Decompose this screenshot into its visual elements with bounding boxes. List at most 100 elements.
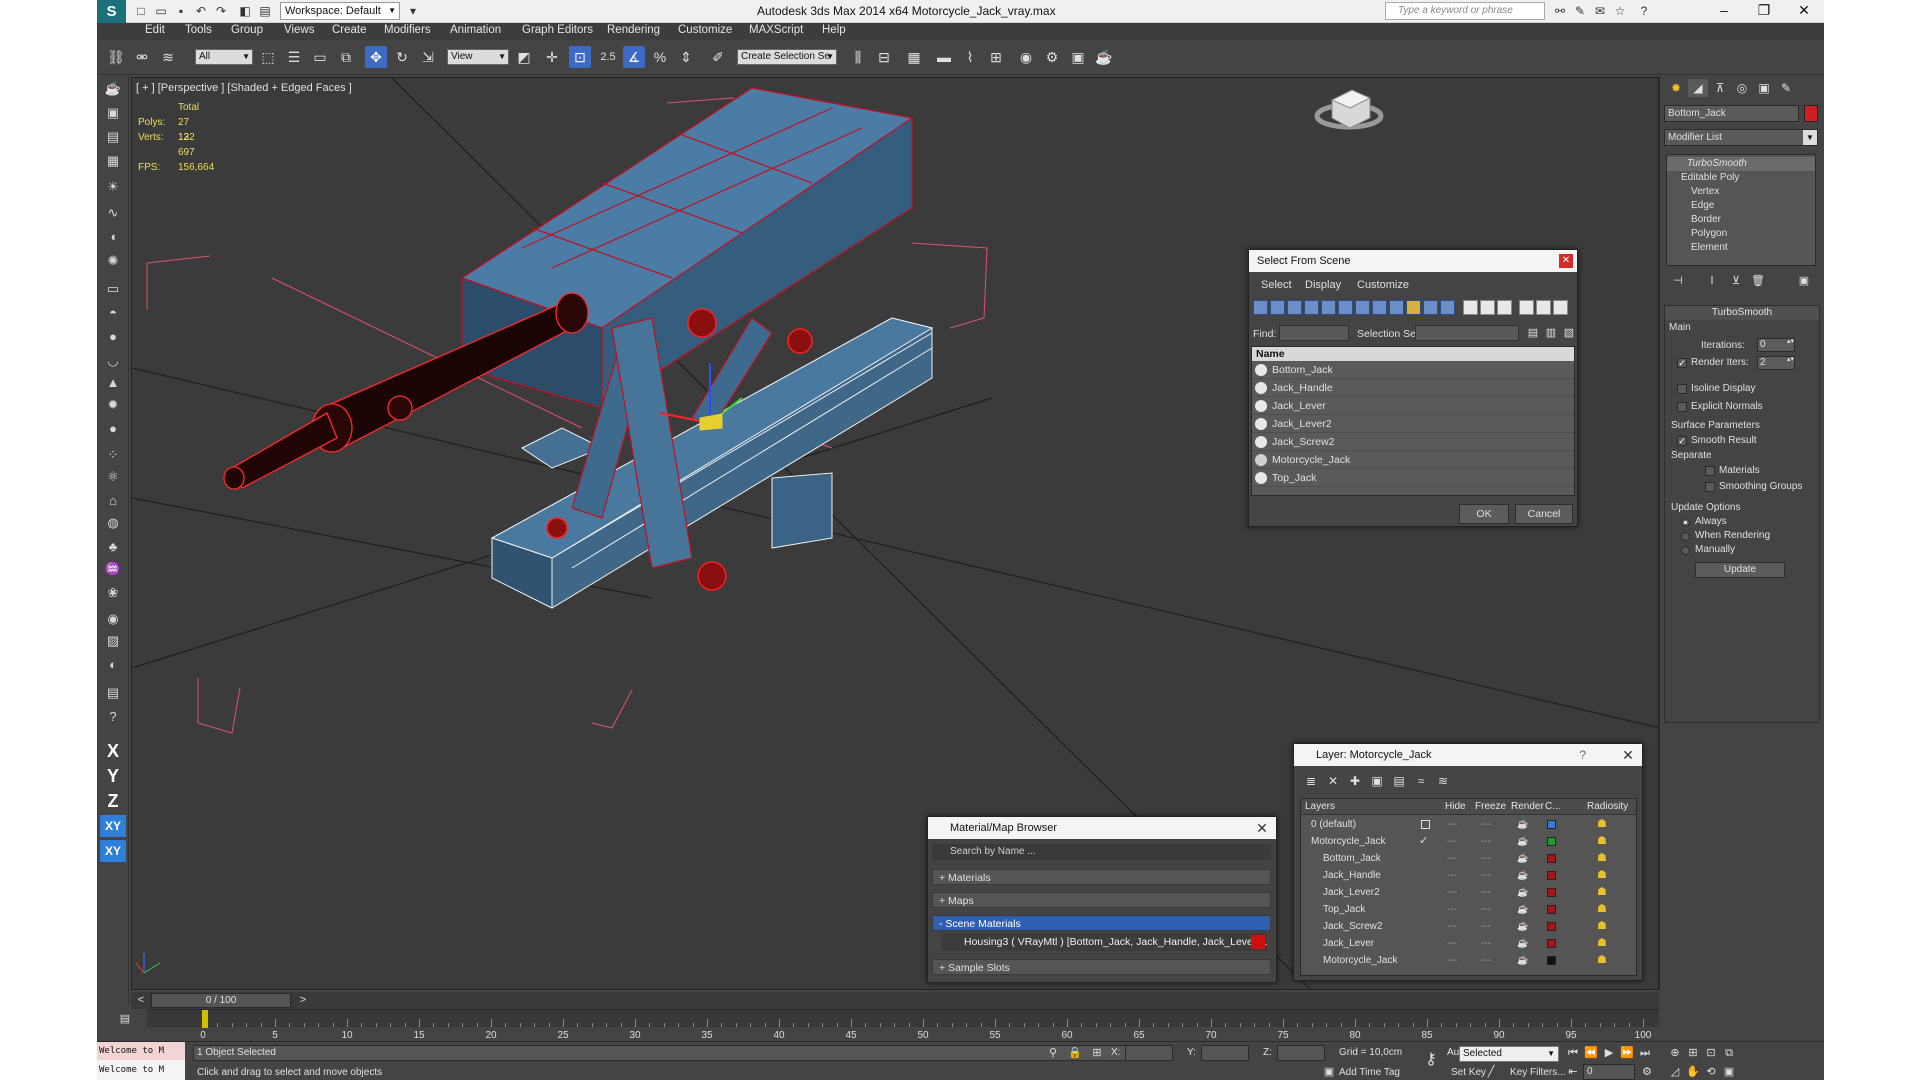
- radiosity-icon[interactable]: ☗: [1597, 903, 1610, 915]
- stack-item-element[interactable]: Element: [1667, 241, 1815, 255]
- project-folder-icon[interactable]: ▤: [257, 3, 273, 19]
- layer-name[interactable]: Jack_Handle: [1323, 867, 1381, 884]
- select-and-rotate-icon[interactable]: ↻: [391, 46, 413, 68]
- col-color[interactable]: C...: [1545, 799, 1561, 815]
- stack-item-polygon[interactable]: Polygon: [1667, 227, 1815, 241]
- layer-color-swatch[interactable]: [1547, 888, 1556, 897]
- maximize-button[interactable]: ❐: [1744, 0, 1784, 23]
- freeze-all-icon[interactable]: ≋: [1434, 772, 1452, 790]
- render-teapot-icon[interactable]: ☕: [1517, 952, 1528, 969]
- set-key-button[interactable]: Set Key: [1451, 1067, 1486, 1078]
- app-logo-icon[interactable]: S: [97, 0, 126, 23]
- render-teapot-icon[interactable]: ☕: [1517, 884, 1528, 901]
- display-groups-icon[interactable]: [1355, 300, 1370, 315]
- render-setup-icon[interactable]: ⚙: [1041, 46, 1063, 68]
- menu-tools[interactable]: Tools: [185, 24, 212, 36]
- freeze-toggle[interactable]: ---: [1481, 850, 1491, 867]
- schematic-view-icon[interactable]: ⊞: [985, 46, 1007, 68]
- sphere-icon[interactable]: ●: [102, 327, 124, 347]
- hide-toggle[interactable]: ---: [1447, 816, 1457, 833]
- goto-start-icon[interactable]: ⏮: [1565, 1045, 1581, 1061]
- update-always-radio[interactable]: [1681, 518, 1690, 527]
- scene-materials-group[interactable]: - Scene Materials: [932, 915, 1271, 931]
- curve-icon[interactable]: ∿: [102, 203, 124, 223]
- radiosity-icon[interactable]: ☗: [1597, 937, 1610, 949]
- table-row[interactable]: 0 (default) --- --- ☕ ☗: [1301, 816, 1636, 833]
- selection-set-dropdown[interactable]: [1415, 325, 1519, 341]
- render-frame-icon[interactable]: ▣: [102, 103, 124, 123]
- stack-item-editable-poly[interactable]: Editable Poly: [1667, 171, 1815, 185]
- bowl-icon[interactable]: ◡: [102, 351, 124, 371]
- col-hide[interactable]: Hide: [1445, 799, 1466, 815]
- render-teapot-icon[interactable]: ☕: [1517, 833, 1528, 850]
- render-iters-checkbox[interactable]: ✓: [1677, 358, 1687, 368]
- key-mode-icon[interactable]: ⇤: [1565, 1064, 1581, 1080]
- layer-explorer-close-button[interactable]: ✕: [1620, 746, 1636, 764]
- menu-views[interactable]: Views: [284, 24, 314, 36]
- subscription-icon[interactable]: ✎: [1571, 3, 1589, 19]
- find-input[interactable]: [1279, 325, 1349, 341]
- maxscript-listener-output[interactable]: Welcome to M: [97, 1060, 185, 1080]
- freeze-toggle[interactable]: ---: [1481, 884, 1491, 901]
- select-and-manipulate-icon[interactable]: ✛: [541, 46, 563, 68]
- layer-color-swatch[interactable]: [1547, 939, 1556, 948]
- menu-edit[interactable]: Edit: [145, 24, 165, 36]
- display-xrefs-icon[interactable]: [1372, 300, 1387, 315]
- create-tab-icon[interactable]: ✹: [1666, 79, 1686, 97]
- radiosity-icon[interactable]: ☗: [1597, 920, 1610, 932]
- new-layer-icon[interactable]: ≣: [1302, 772, 1320, 790]
- save-file-icon[interactable]: ▪: [173, 3, 189, 19]
- select-dependents-icon[interactable]: [1553, 300, 1568, 315]
- configure-sets-icon[interactable]: ▣: [1796, 273, 1812, 289]
- add-to-layer-icon[interactable]: ✚: [1346, 772, 1364, 790]
- track-bar[interactable]: ▤ 0 5 10 15 20 25 30 35 40 45 50 55 60 65 70 75 80 85 90 95…: [97, 1009, 1824, 1041]
- camera-icon[interactable]: ⌂: [102, 491, 124, 511]
- menu-help[interactable]: Help: [822, 24, 846, 36]
- display-geometry-icon[interactable]: [1253, 300, 1268, 315]
- render-teapot-icon[interactable]: ☕: [1517, 850, 1528, 867]
- sync-selection-icon[interactable]: [1519, 300, 1534, 315]
- constrain-x-button[interactable]: X: [100, 740, 126, 762]
- gold-sphere-icon[interactable]: ●: [102, 419, 124, 439]
- modifier-list-dropdown[interactable]: Modifier List ▼: [1664, 129, 1818, 146]
- update-button[interactable]: Update: [1695, 562, 1785, 578]
- table-row[interactable]: Top_Jack --- --- ☕ ☗: [1301, 901, 1636, 918]
- hair-icon[interactable]: ♒: [102, 559, 124, 579]
- pin-stack-icon[interactable]: ⊣: [1670, 273, 1686, 289]
- selection-filter-dropdown[interactable]: All ▼: [195, 49, 253, 65]
- close-window-button[interactable]: ✕: [1784, 0, 1824, 23]
- absolute-mode-icon[interactable]: ⊞: [1089, 1045, 1105, 1061]
- hide-toggle[interactable]: ---: [1447, 918, 1457, 935]
- iterations-spinner[interactable]: 0 ▴▾: [1757, 338, 1795, 352]
- list-item[interactable]: Motorcycle_Jack: [1252, 451, 1574, 469]
- material-item[interactable]: Housing3 ( VRayMtl ) [Bottom_Jack, Jack_…: [942, 933, 1267, 951]
- utilities-tab-icon[interactable]: ✎: [1776, 79, 1796, 97]
- freeze-toggle[interactable]: ---: [1481, 952, 1491, 969]
- communication-icon[interactable]: ✉: [1591, 3, 1609, 19]
- table-row[interactable]: Jack_Screw2 --- --- ☕ ☗: [1301, 918, 1636, 935]
- list-item[interactable]: Jack_Screw2: [1252, 433, 1574, 451]
- select-and-scale-icon[interactable]: ⇲: [417, 46, 439, 68]
- hold-icon[interactable]: ◧: [237, 3, 253, 19]
- hide-toggle[interactable]: ---: [1447, 952, 1457, 969]
- turbosmooth-rollout-title[interactable]: TurboSmooth: [1665, 306, 1819, 320]
- particles-icon[interactable]: ⁘: [102, 445, 124, 465]
- plant-icon[interactable]: ♣: [102, 537, 124, 557]
- menu-create[interactable]: Create: [332, 24, 367, 36]
- pan-view-icon[interactable]: ✋: [1685, 1064, 1701, 1080]
- constrain-xy-button[interactable]: XY: [100, 815, 126, 837]
- layer-name[interactable]: Jack_Lever: [1323, 935, 1374, 952]
- globe-icon[interactable]: ◍: [102, 513, 124, 533]
- material-editor-icon[interactable]: ◉: [1015, 46, 1037, 68]
- layer-name[interactable]: 0 (default): [1311, 816, 1356, 833]
- col-radiosity[interactable]: Radiosity: [1587, 799, 1628, 815]
- display-lights-icon[interactable]: [1287, 300, 1302, 315]
- zoom-extents-icon[interactable]: ⊡: [1703, 1045, 1719, 1061]
- keyword-search-input[interactable]: Type a keyword or phrase: [1385, 2, 1545, 20]
- edit-selection-set-icon[interactable]: ▥: [1543, 322, 1559, 344]
- list-item[interactable]: Jack_Lever2: [1252, 415, 1574, 433]
- radiosity-icon[interactable]: ☗: [1597, 954, 1610, 966]
- layer-name[interactable]: Motorcycle_Jack: [1311, 833, 1385, 850]
- constrain-z-button[interactable]: Z: [100, 790, 126, 812]
- box-primitive-icon[interactable]: ▭: [102, 279, 124, 299]
